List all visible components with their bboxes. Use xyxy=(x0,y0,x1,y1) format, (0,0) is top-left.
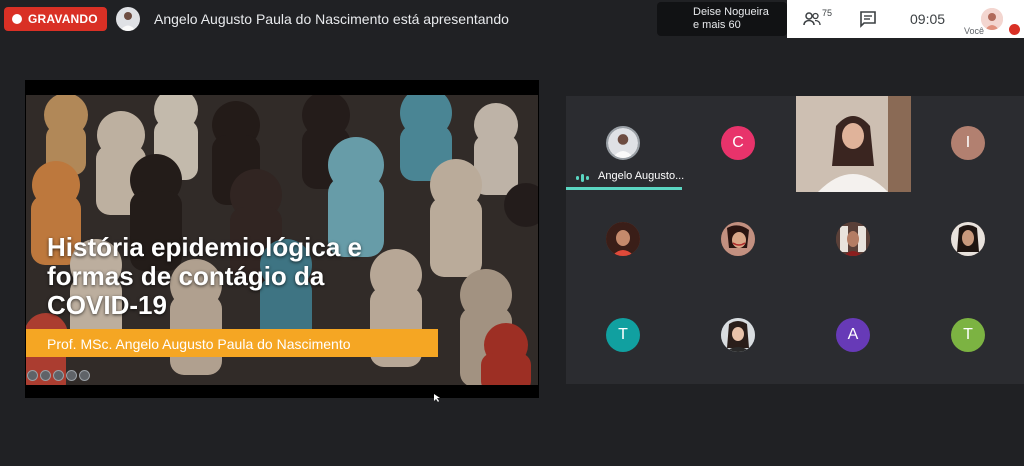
participant-tile[interactable] xyxy=(796,192,911,288)
speaking-indicator-icon xyxy=(576,174,589,182)
top-bar: GRAVANDO Angelo Augusto Paula do Nascime… xyxy=(0,0,1024,40)
participant-tile[interactable] xyxy=(566,192,681,288)
mic-off-icon xyxy=(1009,24,1020,35)
active-speaker-box[interactable]: Deise Nogueira e mais 60 xyxy=(657,2,787,36)
active-speaker-line xyxy=(566,187,682,190)
participant-avatar xyxy=(721,318,755,352)
participant-avatar: C xyxy=(721,126,755,160)
presenter-avatar xyxy=(116,7,140,31)
self-view[interactable]: Você xyxy=(963,4,1023,38)
participant-avatar: I xyxy=(951,126,985,160)
speaker-more: e mais 60 xyxy=(693,19,741,31)
participant-tile[interactable] xyxy=(681,288,796,384)
participant-tile[interactable]: C xyxy=(681,96,796,192)
speaker-name: Deise Nogueira xyxy=(693,6,769,18)
toolbar-right: 75 09:05 Você xyxy=(787,0,1024,38)
participant-tile[interactable]: I xyxy=(911,96,1024,192)
slide: História epidemiológica e formas de cont… xyxy=(26,95,538,385)
presentation-area: História epidemiológica e formas de cont… xyxy=(25,80,539,398)
participant-avatar xyxy=(951,222,985,256)
you-label: Você xyxy=(964,26,985,36)
participant-tile[interactable]: T xyxy=(566,288,681,384)
participant-name: Angelo Augusto... xyxy=(598,170,685,182)
chat-button[interactable] xyxy=(859,8,877,30)
slide-title: História epidemiológica e formas de cont… xyxy=(47,232,362,320)
mouse-cursor-icon xyxy=(434,394,440,402)
slide-controls xyxy=(27,370,90,381)
participant-tile[interactable]: T xyxy=(911,288,1024,384)
presenting-banner: Angelo Augusto Paula do Nascimento está … xyxy=(154,11,509,27)
people-count: 75 xyxy=(822,8,833,18)
pen-icon[interactable] xyxy=(40,370,51,381)
menu-icon[interactable] xyxy=(53,370,64,381)
participant-tile[interactable] xyxy=(681,192,796,288)
zoom-icon[interactable] xyxy=(66,370,77,381)
people-button[interactable]: 75 xyxy=(803,8,832,30)
chat-icon xyxy=(860,11,876,28)
people-icon xyxy=(803,12,821,26)
participant-tile[interactable] xyxy=(911,192,1024,288)
participant-avatar: A xyxy=(836,318,870,352)
participant-tile[interactable]: A xyxy=(796,288,911,384)
clock: 09:05 xyxy=(910,11,946,27)
next-slide-icon[interactable] xyxy=(79,370,90,381)
participant-avatar xyxy=(721,222,755,256)
recording-badge: GRAVANDO xyxy=(4,7,107,31)
slide-subtitle: Prof. MSc. Angelo Augusto Paula do Nasci… xyxy=(47,336,351,352)
self-avatar xyxy=(981,8,1003,30)
participant-video[interactable] xyxy=(796,96,911,192)
participant-avatar xyxy=(836,222,870,256)
participant-grid: Angelo Augusto... C I T A T xyxy=(566,96,1024,384)
participant-avatar xyxy=(606,222,640,256)
participant-tile[interactable]: Angelo Augusto... xyxy=(566,96,685,192)
recording-label: GRAVANDO xyxy=(28,12,98,26)
recording-dot-icon xyxy=(12,14,22,24)
participant-avatar: T xyxy=(951,318,985,352)
participant-avatar: T xyxy=(606,318,640,352)
participant-avatar xyxy=(606,126,640,160)
prev-slide-icon[interactable] xyxy=(27,370,38,381)
